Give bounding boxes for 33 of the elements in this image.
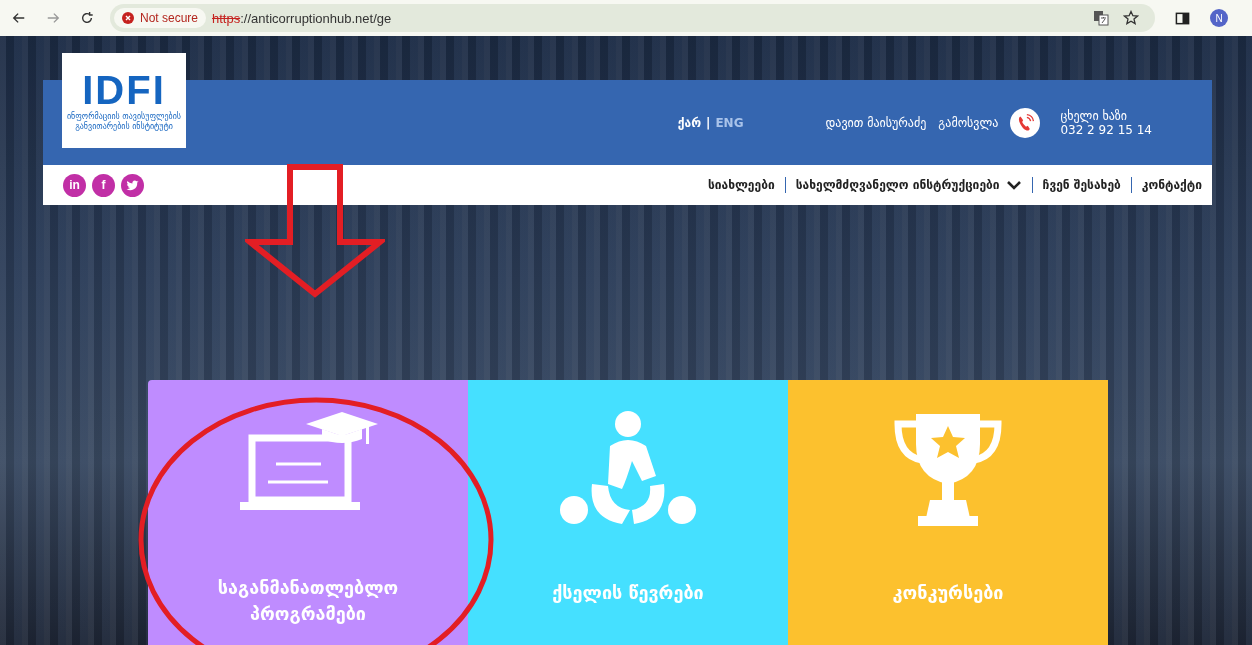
- security-chip[interactable]: Not secure: [114, 8, 207, 28]
- user-name-link[interactable]: დავით მაისურაძე: [825, 115, 927, 130]
- hotline-number: 032 2 92 15 14: [1060, 122, 1152, 137]
- language-link[interactable]: ENG: [715, 115, 744, 130]
- error-icon: [122, 12, 134, 24]
- facebook-icon[interactable]: f: [92, 173, 115, 197]
- twitter-icon[interactable]: [121, 173, 144, 197]
- translate-icon[interactable]: [1093, 10, 1109, 26]
- nav-link[interactable]: ჩვენ შესახებ: [1042, 178, 1121, 192]
- language-separator: |: [706, 115, 711, 130]
- nav-link[interactable]: სახელმძღვანელო ინსტრუქციები: [795, 178, 1022, 192]
- tile-label: კონკურსები: [891, 581, 1005, 605]
- nav-link[interactable]: კონტაქტი: [1141, 178, 1202, 192]
- phone-icon: [1010, 107, 1041, 138]
- hotline-label: ცხელი ხაზი: [1060, 108, 1128, 123]
- forward-icon[interactable]: [46, 11, 60, 25]
- address-bar[interactable]: Not secure https://anticorruptionhub.net/ge: [110, 4, 1155, 32]
- back-icon[interactable]: [12, 11, 26, 25]
- tile-label: ქსელის წევრები: [551, 581, 705, 605]
- language-link[interactable]: ქარ: [677, 115, 701, 130]
- sidebar-icon[interactable]: [1175, 10, 1190, 26]
- star-icon[interactable]: [1123, 10, 1139, 26]
- logout-link[interactable]: გამოსვლა: [938, 115, 999, 130]
- logo-subtitle: ინფორმაციის თავისუფლების განვითარების ინსტიტუტი: [65, 111, 183, 132]
- reload-icon[interactable]: [80, 11, 94, 25]
- logo-text: IDFI: [82, 69, 166, 110]
- url-text: https://anticorruptionhub.net/ge: [212, 10, 392, 26]
- linkedin-icon[interactable]: in: [63, 173, 86, 197]
- security-label: Not secure: [140, 11, 199, 25]
- profile-avatar[interactable]: N: [1210, 9, 1228, 27]
- tile-label: საგანმანათლებლო პროგრამები: [216, 576, 400, 627]
- logo[interactable]: IDFI ინფორმაციის თავისუფლების განვითარების ინსტიტუტი: [62, 53, 186, 148]
- nav-link[interactable]: სიახლეები: [707, 178, 775, 192]
